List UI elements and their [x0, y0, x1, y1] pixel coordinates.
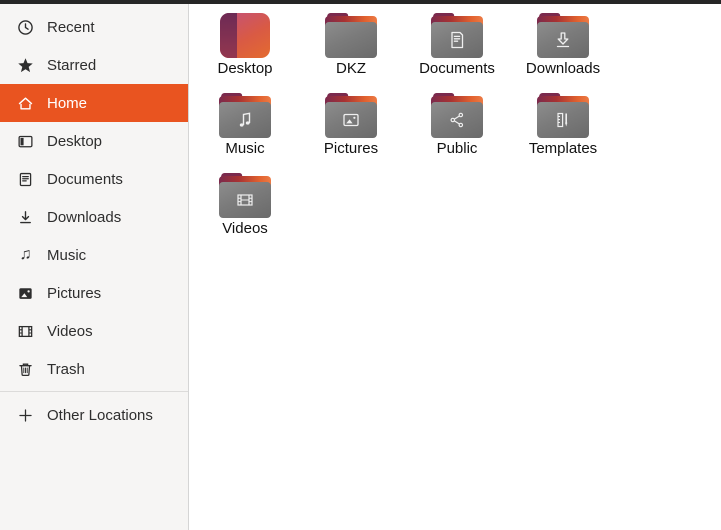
- file-label: Desktop: [217, 60, 273, 77]
- file-item-pictures[interactable]: Pictures: [298, 89, 404, 169]
- music-note-icon: ♫: [19, 246, 32, 263]
- sidebar-item-label: Other Locations: [47, 406, 153, 424]
- sidebar-item-documents[interactable]: Documents: [0, 160, 188, 198]
- folder-icon: [537, 93, 589, 138]
- sidebar-item-desktop[interactable]: Desktop: [0, 122, 188, 160]
- sidebar-item-label: Videos: [47, 322, 93, 340]
- folder-icon: [219, 173, 271, 218]
- file-item-templates[interactable]: Templates: [510, 89, 616, 169]
- sidebar-item-videos[interactable]: Videos: [0, 312, 188, 350]
- files-window: Recent Starred Home Desktop Documents Do…: [0, 0, 721, 530]
- file-item-desktop[interactable]: Desktop: [192, 9, 298, 89]
- folder-icon: [431, 13, 483, 58]
- file-item-dkz[interactable]: DKZ: [298, 9, 404, 89]
- file-label: DKZ: [336, 60, 366, 77]
- trash-icon: [17, 361, 34, 378]
- file-grid: Desktop DKZ Documents Downloads Music Pi…: [190, 4, 721, 530]
- desktop-gradient-icon: [220, 13, 270, 58]
- sidebar-item-trash[interactable]: Trash: [0, 350, 188, 388]
- file-label: Downloads: [525, 60, 601, 77]
- sidebar-item-pictures[interactable]: Pictures: [0, 274, 188, 312]
- film-icon: [17, 323, 34, 340]
- template-emblem-icon: [557, 112, 568, 128]
- sidebar-item-label: Desktop: [47, 132, 103, 150]
- file-item-public[interactable]: Public: [404, 89, 510, 169]
- file-label: Pictures: [323, 140, 379, 157]
- folder-icon: [537, 13, 589, 58]
- picture-emblem-icon: [343, 113, 359, 127]
- download-emblem-icon: [556, 32, 570, 48]
- file-item-videos[interactable]: Videos: [192, 169, 298, 249]
- sidebar-item-label: Home: [47, 94, 88, 112]
- film-emblem-icon: [237, 194, 253, 206]
- file-label: Templates: [528, 140, 598, 157]
- document-icon: [17, 171, 34, 188]
- sidebar-item-music[interactable]: ♫ Music: [0, 236, 188, 274]
- download-icon: [17, 209, 34, 226]
- share-emblem-icon: [450, 112, 464, 128]
- sidebar-item-label: Recent: [47, 18, 95, 36]
- sidebar-item-other-locations[interactable]: Other Locations: [0, 396, 188, 434]
- file-label: Public: [436, 140, 478, 157]
- sidebar-item-recent[interactable]: Recent: [0, 8, 188, 46]
- sidebar-separator: [0, 391, 188, 392]
- file-item-music[interactable]: Music: [192, 89, 298, 169]
- picture-icon: [17, 285, 34, 302]
- file-label: Videos: [222, 220, 268, 237]
- sidebar-item-label: Trash: [47, 360, 85, 378]
- sidebar-item-label: Starred: [47, 56, 97, 74]
- sidebar-item-home[interactable]: Home: [0, 84, 188, 122]
- folder-icon: [325, 93, 377, 138]
- sidebar-item-label: Music: [47, 246, 87, 264]
- sidebar-item-downloads[interactable]: Downloads: [0, 198, 188, 236]
- sidebar-item-starred[interactable]: Starred: [0, 46, 188, 84]
- file-label: Documents: [419, 60, 495, 77]
- document-emblem-icon: [451, 31, 464, 49]
- plus-icon: [17, 407, 34, 424]
- desktop-icon: [17, 133, 34, 150]
- star-icon: [17, 57, 34, 74]
- file-item-downloads[interactable]: Downloads: [510, 9, 616, 89]
- sidebar-item-label: Pictures: [47, 284, 102, 302]
- home-icon: [17, 95, 34, 112]
- file-label: Music: [225, 140, 265, 157]
- places-sidebar: Recent Starred Home Desktop Documents Do…: [0, 4, 189, 530]
- music-emblem-icon: [239, 112, 251, 127]
- clock-icon: [17, 19, 34, 36]
- plain-folder-icon: [325, 13, 377, 58]
- sidebar-item-label: Documents: [47, 170, 123, 188]
- sidebar-item-label: Downloads: [47, 208, 122, 226]
- folder-icon: [431, 93, 483, 138]
- file-item-documents[interactable]: Documents: [404, 9, 510, 89]
- folder-icon: [219, 93, 271, 138]
